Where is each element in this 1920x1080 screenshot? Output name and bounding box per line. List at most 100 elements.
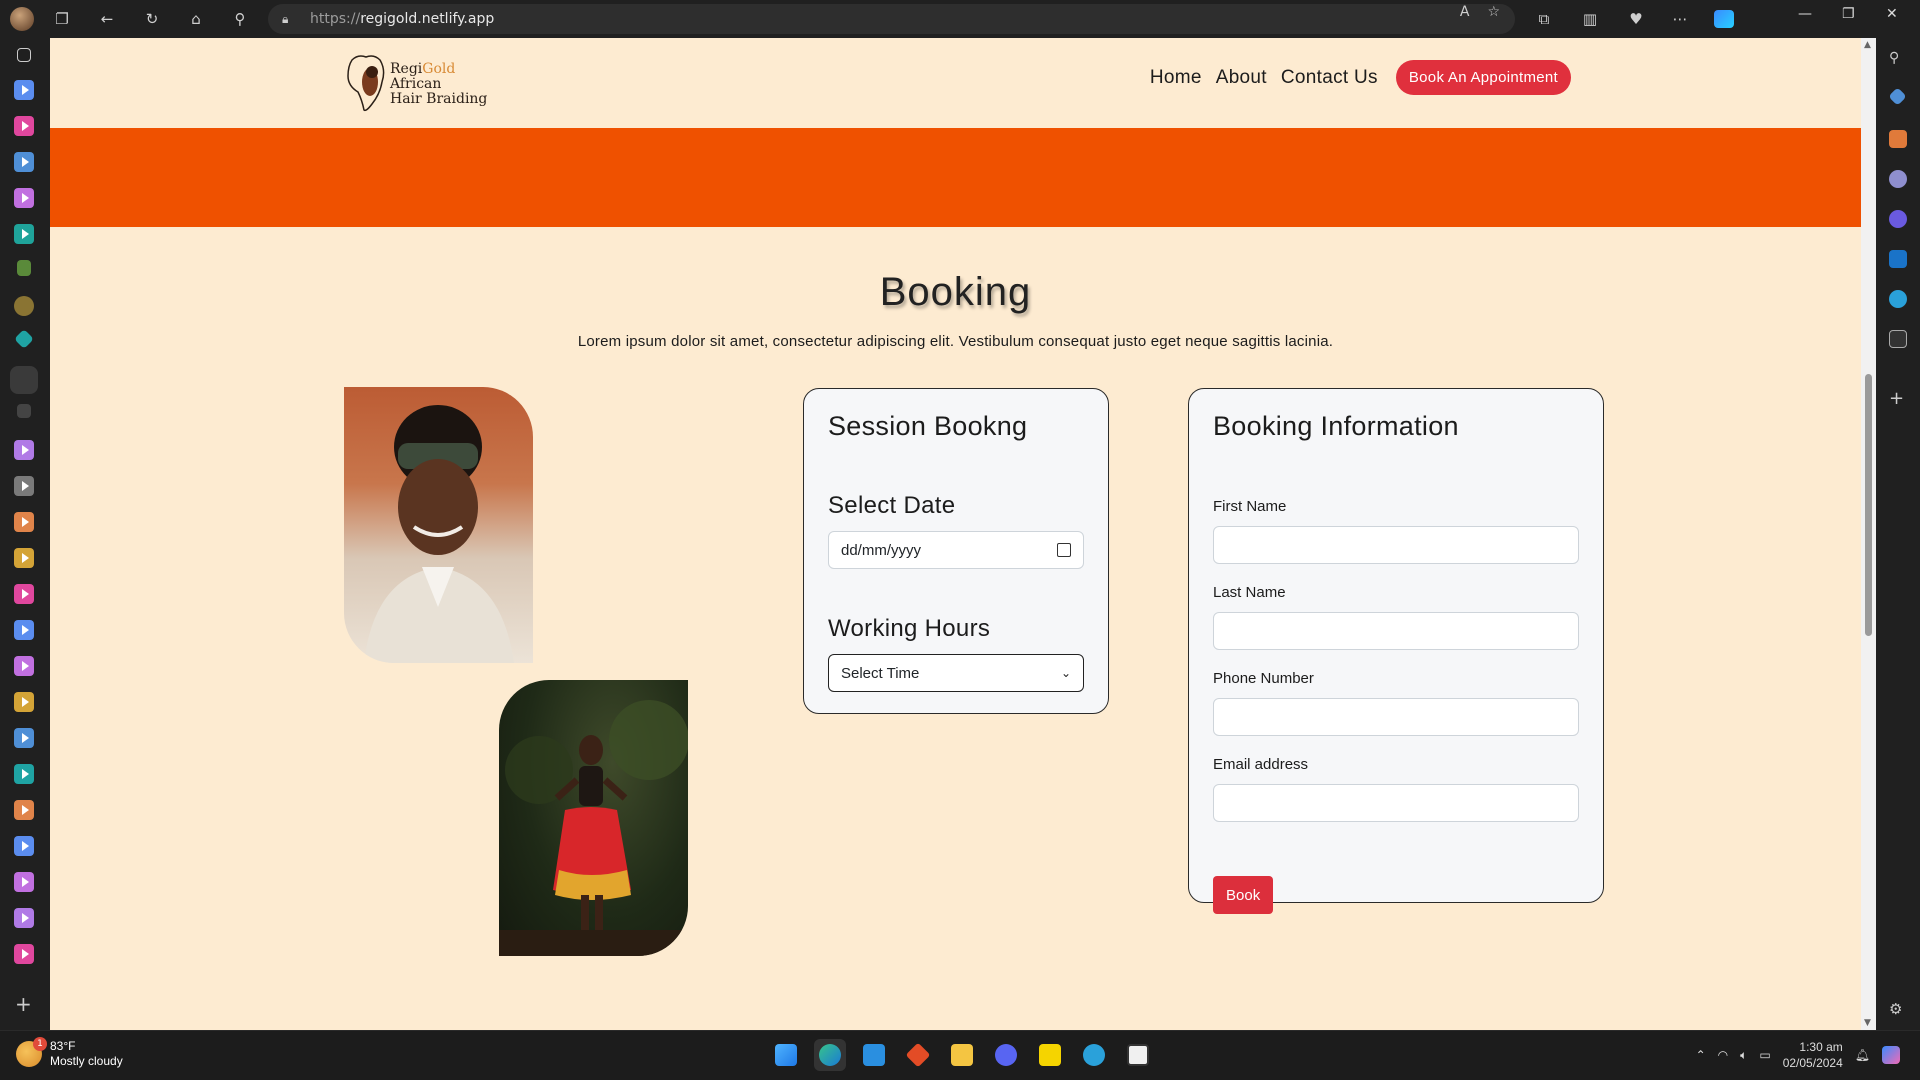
battery-icon[interactable]: ▭ — [1759, 1048, 1770, 1062]
weather-desc: Mostly cloudy — [50, 1054, 123, 1068]
scroll-thumb[interactable] — [1865, 374, 1872, 636]
tab-shopify-icon[interactable] — [17, 260, 31, 276]
tab-video-19[interactable] — [14, 908, 34, 928]
start-icon[interactable] — [770, 1039, 802, 1071]
wifi-icon[interactable]: ◠ — [1718, 1048, 1728, 1062]
tab-diamond-icon[interactable] — [14, 329, 34, 349]
sidebar-settings-icon[interactable]: ⚙ — [1889, 1000, 1907, 1018]
browser-essentials-icon[interactable]: ♥ — [1622, 5, 1650, 33]
sticky-notes-icon[interactable] — [1034, 1039, 1066, 1071]
phone-label: Phone Number — [1213, 670, 1314, 687]
chevron-down-icon: ⌄ — [1060, 666, 1071, 680]
sidebar-search-icon[interactable]: ⚲ — [1889, 50, 1907, 68]
tab-active-globe-icon[interactable] — [10, 366, 38, 394]
email-field[interactable] — [1213, 784, 1579, 822]
nav-about[interactable]: About — [1216, 67, 1267, 89]
sidebar-outlook-icon[interactable] — [1889, 250, 1907, 268]
tab-video-2[interactable] — [14, 116, 34, 136]
date-input[interactable]: dd/mm/yyyy — [828, 531, 1084, 569]
tab-site-icon[interactable] — [14, 296, 34, 316]
copilot-taskbar-icon[interactable] — [1882, 1046, 1900, 1064]
book-button[interactable]: Book — [1213, 876, 1274, 914]
phone-field[interactable] — [1213, 698, 1579, 736]
discord-app-icon[interactable] — [990, 1039, 1022, 1071]
volume-icon[interactable]: 🔈︎ — [1740, 1048, 1747, 1063]
workspaces-icon[interactable]: ❐ — [48, 5, 76, 33]
url-scheme: https:// — [310, 11, 361, 27]
minimize-icon[interactable]: — — [1798, 6, 1812, 22]
select-date-label: Select Date — [828, 492, 956, 519]
tab-video-4[interactable] — [14, 188, 34, 208]
tab-video-13[interactable] — [14, 692, 34, 712]
first-name-field[interactable] — [1213, 526, 1579, 564]
telegram-app-icon[interactable] — [1078, 1039, 1110, 1071]
tab-video-1[interactable] — [14, 80, 34, 100]
sidebar-tools-icon[interactable] — [1889, 130, 1907, 148]
home-icon[interactable]: ⌂ — [182, 5, 210, 33]
sidebar-app-icon[interactable] — [1889, 330, 1907, 348]
nav-home[interactable]: Home — [1150, 67, 1202, 89]
tab-video-5[interactable] — [14, 224, 34, 244]
sidebar-telegram-icon[interactable] — [1889, 290, 1907, 308]
book-appointment-button[interactable]: Book An Appointment — [1395, 60, 1571, 95]
file-explorer-icon[interactable] — [946, 1039, 978, 1071]
tab-video-12[interactable] — [14, 656, 34, 676]
new-tab-plus-icon[interactable]: + — [15, 992, 32, 1016]
profile-avatar[interactable] — [8, 5, 36, 33]
scroll-up-icon[interactable]: ▲ — [1864, 40, 1871, 50]
close-icon[interactable]: ✕ — [1886, 6, 1898, 22]
tab-video-7[interactable] — [14, 476, 34, 496]
notifications-bell-icon[interactable]: 🔔︎ — [1855, 1048, 1870, 1062]
tab-actions-icon[interactable] — [17, 48, 31, 62]
restore-icon[interactable]: ❐ — [1842, 6, 1855, 22]
logo-text: RegiGold African Hair Braiding — [390, 60, 488, 107]
extensions-icon[interactable]: ⧉ — [1530, 5, 1558, 33]
tab-grid-icon[interactable] — [17, 404, 31, 418]
tab-video-14[interactable] — [14, 728, 34, 748]
git-app-icon[interactable] — [902, 1039, 934, 1071]
back-icon[interactable]: ← — [93, 5, 121, 33]
vscode-app-icon[interactable] — [858, 1039, 890, 1071]
read-aloud-icon[interactable]: A — [1460, 4, 1470, 20]
last-name-field[interactable] — [1213, 612, 1579, 650]
time-select[interactable]: Select Time ⌄ — [828, 654, 1084, 692]
favorite-star-icon[interactable]: ☆ — [1487, 4, 1500, 20]
tab-video-20[interactable] — [14, 944, 34, 964]
more-menu-icon[interactable]: ⋯ — [1666, 5, 1694, 33]
page-scrollbar[interactable]: ▲ ▼ — [1861, 38, 1876, 1030]
weather-temp: 83°F — [50, 1039, 76, 1053]
nav-contact[interactable]: Contact Us — [1281, 67, 1378, 89]
system-tray: ⌃ ◠ 🔈︎ ▭ 1:30 am 02/05/2024 🔔︎ — [1696, 1039, 1900, 1071]
tab-video-6[interactable] — [14, 440, 34, 460]
tab-video-18[interactable] — [14, 872, 34, 892]
scroll-down-icon[interactable]: ▼ — [1864, 1018, 1871, 1028]
tab-video-15[interactable] — [14, 764, 34, 784]
clock[interactable]: 1:30 am 02/05/2024 — [1783, 1039, 1843, 1071]
notion-app-icon[interactable] — [1122, 1039, 1154, 1071]
tray-overflow-icon[interactable]: ⌃ — [1696, 1048, 1706, 1062]
refresh-icon[interactable]: ↻ — [138, 5, 166, 33]
tab-video-8[interactable] — [14, 512, 34, 532]
search-icon[interactable]: ⚲ — [226, 5, 254, 33]
page-title: Booking — [879, 270, 1032, 314]
edge-app-icon[interactable] — [814, 1039, 846, 1071]
lock-icon: 🔒︎ — [282, 12, 289, 26]
sidebar-copilot-icon[interactable] — [1889, 210, 1907, 228]
sidebar-games-icon[interactable] — [1889, 170, 1907, 188]
tab-video-17[interactable] — [14, 836, 34, 856]
weather-widget[interactable]: 1 83°F Mostly cloudy — [16, 1037, 123, 1069]
site-logo[interactable]: RegiGold African Hair Braiding — [344, 50, 514, 118]
tab-video-9[interactable] — [14, 548, 34, 568]
tab-video-11[interactable] — [14, 620, 34, 640]
info-heading: Booking Information — [1213, 411, 1459, 441]
sidebar-add-icon[interactable]: + — [1889, 388, 1907, 409]
calendar-icon[interactable] — [1057, 543, 1071, 557]
tab-video-3[interactable] — [14, 152, 34, 172]
tab-video-10[interactable] — [14, 584, 34, 604]
sidebar-tag-icon[interactable] — [1888, 87, 1907, 106]
url-host: regigold.netlify.app — [360, 11, 495, 27]
address-bar[interactable]: 🔒︎ https://regigold.netlify.app — [268, 4, 1515, 34]
tab-video-16[interactable] — [14, 800, 34, 820]
copilot-icon[interactable] — [1710, 5, 1738, 33]
split-screen-icon[interactable]: ▥ — [1576, 5, 1604, 33]
